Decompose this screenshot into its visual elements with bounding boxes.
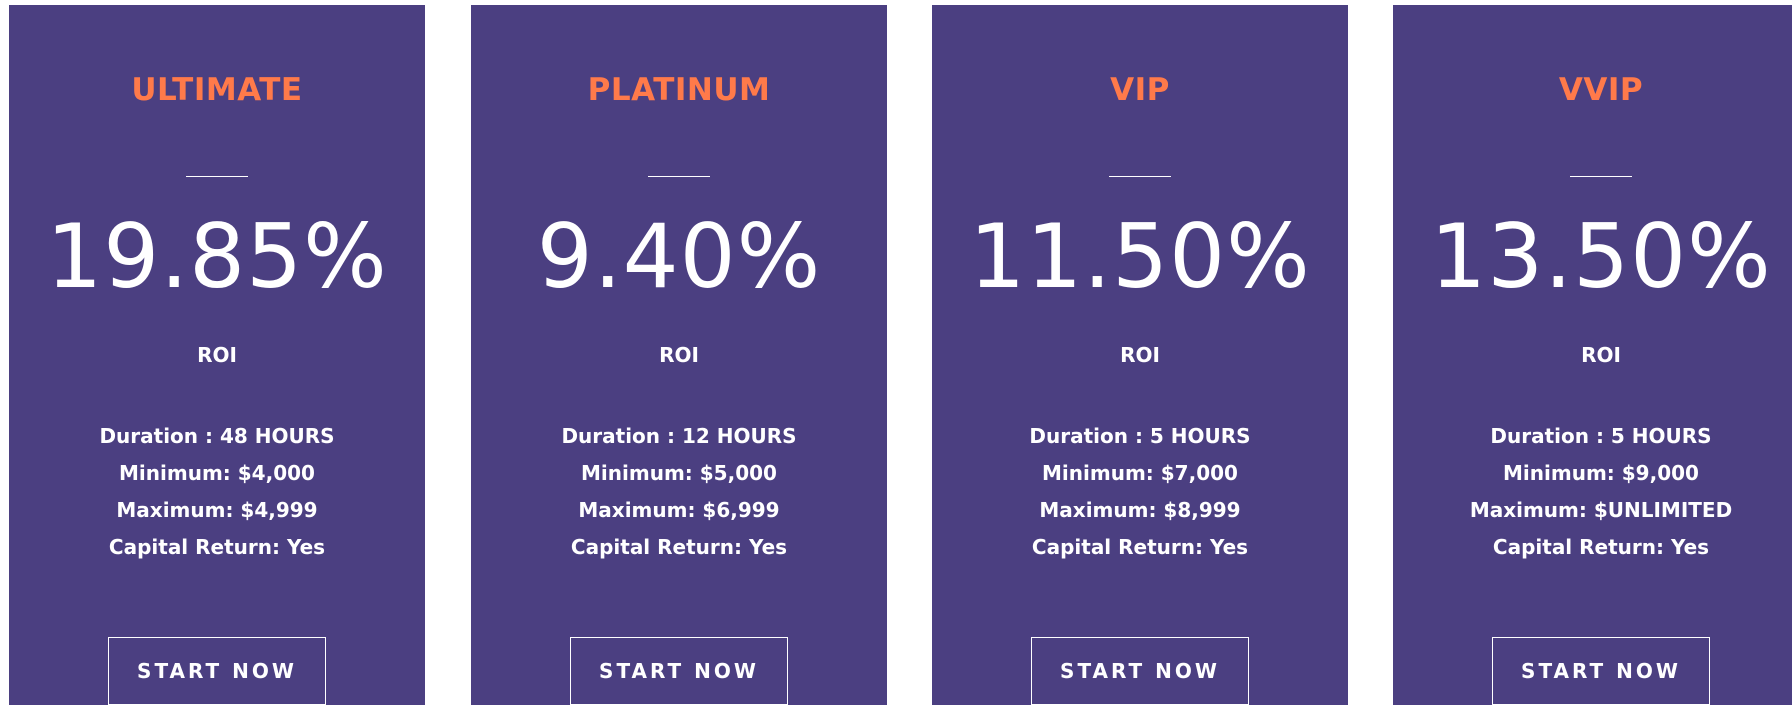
capital-return-text: Capital Return: Yes (570, 535, 788, 559)
divider (1109, 176, 1171, 177)
roi-rate: 13.50% (1430, 205, 1772, 308)
roi-label: ROI (1120, 343, 1160, 367)
plan-name: ULTIMATE (131, 72, 303, 108)
start-now-button[interactable]: START NOW (1492, 637, 1710, 705)
duration-text: Duration : 5 HOURS (1490, 424, 1712, 448)
divider (186, 176, 248, 177)
capital-return-text: Capital Return: Yes (108, 535, 326, 559)
roi-rate: 9.40% (536, 205, 822, 308)
roi-rate: 19.85% (46, 205, 388, 308)
plan-details: Duration : 12 HOURS Minimum: $5,000 Maxi… (471, 418, 887, 566)
maximum-text: Maximum: $6,999 (578, 498, 780, 522)
minimum-text: Minimum: $4,000 (119, 461, 315, 485)
roi-rate: 11.50% (969, 205, 1311, 308)
plan-details: Duration : 48 HOURS Minimum: $4,000 Maxi… (9, 418, 425, 566)
divider (1570, 176, 1632, 177)
divider (648, 176, 710, 177)
maximum-text: Maximum: $UNLIMITED (1469, 498, 1733, 522)
minimum-text: Minimum: $5,000 (581, 461, 777, 485)
duration-text: Duration : 5 HOURS (1029, 424, 1251, 448)
plan-card-vvip: VVIP 13.50% ROI Duration : 5 HOURS Minim… (1393, 5, 1792, 705)
plan-name: VVIP (1558, 72, 1644, 108)
plan-details: Duration : 5 HOURS Minimum: $7,000 Maxim… (932, 418, 1348, 566)
plan-card-platinum: PLATINUM 9.40% ROI Duration : 12 HOURS M… (471, 5, 887, 705)
roi-label: ROI (659, 343, 699, 367)
roi-label: ROI (197, 343, 237, 367)
start-now-button[interactable]: START NOW (570, 637, 788, 705)
capital-return-text: Capital Return: Yes (1031, 535, 1249, 559)
capital-return-text: Capital Return: Yes (1492, 535, 1710, 559)
plan-details: Duration : 5 HOURS Minimum: $9,000 Maxim… (1393, 418, 1792, 566)
start-now-button[interactable]: START NOW (1031, 637, 1249, 705)
maximum-text: Maximum: $4,999 (116, 498, 318, 522)
plan-name: VIP (1110, 72, 1170, 108)
minimum-text: Minimum: $9,000 (1503, 461, 1699, 485)
maximum-text: Maximum: $8,999 (1039, 498, 1241, 522)
plan-card-vip: VIP 11.50% ROI Duration : 5 HOURS Minimu… (932, 5, 1348, 705)
roi-label: ROI (1581, 343, 1621, 367)
plan-card-ultimate: ULTIMATE 19.85% ROI Duration : 48 HOURS … (9, 5, 425, 705)
plan-name: PLATINUM (587, 72, 771, 108)
minimum-text: Minimum: $7,000 (1042, 461, 1238, 485)
start-now-button[interactable]: START NOW (108, 637, 326, 705)
duration-text: Duration : 12 HOURS (561, 424, 797, 448)
duration-text: Duration : 48 HOURS (99, 424, 335, 448)
pricing-plans: ULTIMATE 19.85% ROI Duration : 48 HOURS … (0, 0, 1792, 705)
